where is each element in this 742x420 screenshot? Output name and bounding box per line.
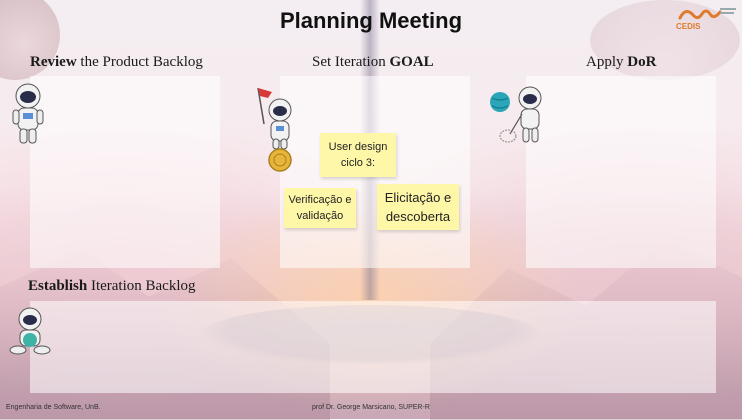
goal-heading: Set Iteration GOAL bbox=[312, 54, 434, 71]
review-heading-bold: Review bbox=[30, 54, 77, 70]
dor-heading-plain: Apply bbox=[586, 54, 628, 70]
slide-title: Planning Meeting bbox=[279, 8, 463, 33]
review-heading-rest: the Product Backlog bbox=[76, 54, 203, 70]
logo-text: CEDIS bbox=[676, 22, 701, 31]
sticky-note-text: User design ciclo 3: bbox=[328, 141, 388, 169]
review-panel[interactable] bbox=[30, 76, 220, 268]
backlog-panel[interactable] bbox=[30, 301, 716, 393]
sticky-note[interactable]: Elicitação e descoberta bbox=[377, 184, 459, 230]
goal-heading-bold: GOAL bbox=[389, 54, 434, 70]
sticky-note-text: Elicitação e descoberta bbox=[384, 190, 452, 224]
backlog-heading-rest: Iteration Backlog bbox=[87, 278, 196, 294]
backlog-heading-bold: Establish bbox=[28, 278, 88, 294]
dor-panel[interactable] bbox=[526, 76, 716, 268]
goal-heading-plain: Set Iteration bbox=[312, 54, 390, 70]
astronaut-icon bbox=[12, 83, 44, 144]
sticky-note[interactable]: Verificação e validação bbox=[284, 188, 356, 228]
astronaut-flag-icon bbox=[257, 87, 292, 172]
review-heading: Review the Product Backlog bbox=[30, 54, 203, 71]
sticky-note-text: Verificação e validação bbox=[288, 194, 352, 222]
astronaut-net-icon bbox=[490, 86, 542, 143]
footer-left: Engenharia de Software, UnB. bbox=[6, 404, 101, 411]
backlog-heading: Establish Iteration Backlog bbox=[28, 278, 196, 295]
sticky-note[interactable]: User design ciclo 3: bbox=[320, 133, 396, 177]
dor-heading: Apply DoR bbox=[586, 54, 656, 71]
footer-center: prof Dr. George Marsicano, SUPER-R bbox=[312, 404, 430, 411]
astronaut-sitting-icon bbox=[9, 307, 51, 355]
dor-heading-bold: DoR bbox=[627, 54, 657, 70]
